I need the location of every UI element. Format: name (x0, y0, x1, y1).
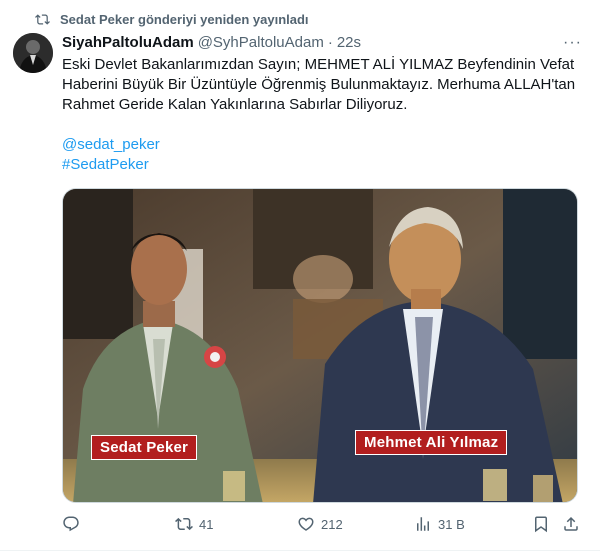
reply-icon (63, 516, 79, 532)
tweet-photo[interactable]: Sedat Peker Mehmet Ali Yılmaz (62, 188, 578, 503)
tweet[interactable]: Sedat Peker gönderiyi yeniden yayınladı … (0, 0, 600, 551)
repost-text: Sedat Peker gönderiyi yeniden yayınladı (60, 12, 309, 27)
tweet-header: SiyahPaltoluAdam @SyhPaltoluAdam · 22s (62, 34, 584, 51)
views-button[interactable]: 31 B (414, 515, 465, 533)
bookmark-button[interactable] (532, 515, 550, 533)
author-name[interactable]: SiyahPaltoluAdam (62, 34, 194, 51)
author-handle[interactable]: @SyhPaltoluAdam (198, 34, 324, 51)
hashtag-link[interactable]: #SedatPeker (62, 155, 582, 175)
reply-button[interactable] (62, 515, 86, 533)
share-button[interactable] (562, 515, 580, 533)
repost-icon (35, 14, 50, 25)
separator-dot: · (327, 34, 333, 51)
photo-caption-right: Mehmet Ali Yılmaz (355, 430, 508, 455)
views-icon (417, 517, 429, 531)
more-options-icon[interactable]: ··· (563, 34, 582, 52)
views-count: 31 B (438, 516, 465, 532)
heart-icon (298, 517, 314, 531)
timestamp[interactable]: 22s (337, 34, 361, 51)
mention-link[interactable]: @sedat_peker (62, 135, 582, 155)
avatar[interactable] (13, 33, 53, 73)
like-button[interactable]: 212 (297, 515, 343, 533)
tweet-body: Eski Devlet Bakanlarımızdan Sayın; MEHME… (62, 56, 576, 113)
bookmark-icon (535, 516, 547, 533)
retweet-button[interactable]: 41 (175, 515, 213, 533)
photo-caption-left: Sedat Peker (91, 435, 198, 460)
retweet-icon (175, 517, 193, 531)
tweet-text: Eski Devlet Bakanlarımızdan Sayın; MEHME… (62, 55, 582, 175)
retweet-count: 41 (199, 516, 214, 532)
share-icon (564, 516, 578, 531)
like-count: 212 (321, 516, 343, 532)
repost-indicator[interactable]: Sedat Peker gönderiyi yeniden yayınladı (35, 12, 309, 27)
tweet-actions: 41 212 31 B (62, 515, 582, 537)
